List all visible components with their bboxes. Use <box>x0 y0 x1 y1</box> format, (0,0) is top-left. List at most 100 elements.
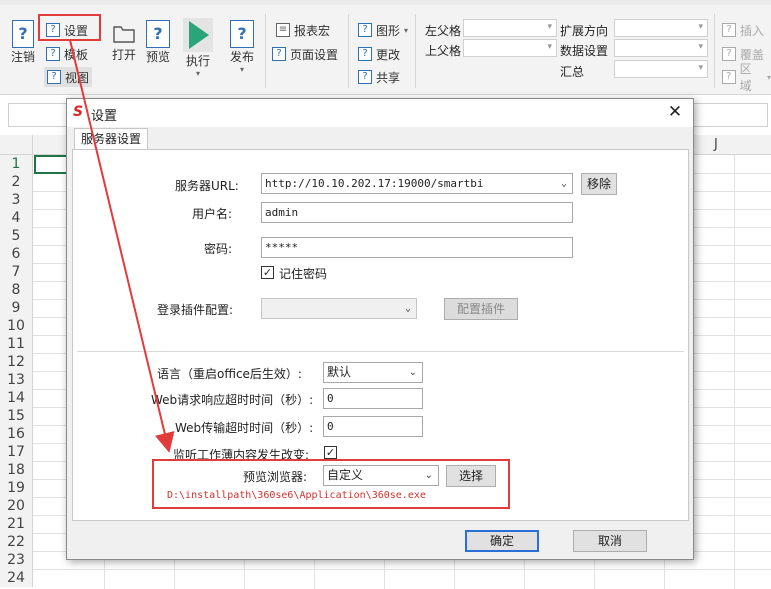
column-header-j[interactable]: J <box>714 137 718 152</box>
chevron-down-icon: ⌄ <box>408 367 417 378</box>
language-label: 语言（重启office后生效）: <box>157 367 302 381</box>
report-macro-label: 报表宏 <box>294 23 331 38</box>
row-header[interactable]: 15 <box>0 407 33 425</box>
remove-button[interactable]: 移除 <box>581 173 617 195</box>
password-field[interactable]: ***** <box>261 237 573 258</box>
chevron-down-icon: ▾ <box>547 22 552 32</box>
preview-browser-highlight-box <box>152 459 510 509</box>
ok-button[interactable]: 确定 <box>465 530 539 552</box>
row-header[interactable]: 8 <box>0 281 33 299</box>
row-header[interactable]: 18 <box>0 461 33 479</box>
row-header[interactable]: 6 <box>0 245 33 263</box>
left-parent-label: 左父格 <box>425 24 462 38</box>
view-icon: ? <box>47 70 61 84</box>
row-header[interactable]: 5 <box>0 227 33 245</box>
execute-button[interactable]: 执行 ▾ <box>182 18 214 78</box>
row-header[interactable]: 17 <box>0 443 33 461</box>
row-header[interactable]: 20 <box>0 497 33 515</box>
dialog-title-bar[interactable]: S 设置 ✕ <box>67 99 693 127</box>
publish-icon: ? <box>230 20 254 48</box>
language-value: 默认 <box>327 365 352 379</box>
help-icon: ? <box>12 20 34 48</box>
report-macro-button[interactable]: ≡ 报表宏 <box>276 20 330 40</box>
top-parent-label: 上父格 <box>425 44 462 58</box>
remember-password-checkbox[interactable]: ✓ <box>261 266 274 279</box>
ribbon-separator <box>348 14 349 88</box>
expand-direction-select[interactable]: ▾ <box>614 19 708 37</box>
page-setup-button[interactable]: ? 页面设置 <box>272 44 338 64</box>
insert-button[interactable]: ? 插入 <box>722 20 764 40</box>
view-button[interactable]: ? 视图 <box>44 67 93 87</box>
insert-label: 插入 <box>740 23 765 38</box>
open-button[interactable]: 打开 <box>110 20 138 63</box>
section-divider <box>77 351 684 352</box>
summary-select[interactable]: ▾ <box>614 60 708 78</box>
monitor-workbook-checkbox[interactable]: ✓ <box>324 446 337 459</box>
row-header[interactable]: 2 <box>0 173 33 191</box>
data-settings-select[interactable]: ▾ <box>614 39 708 57</box>
login-plugin-select[interactable]: ⌄ <box>261 298 417 319</box>
data-settings-label: 数据设置 <box>560 44 609 58</box>
password-label: 密码: <box>204 242 233 256</box>
row-header[interactable]: 22 <box>0 533 33 551</box>
template-button[interactable]: ? 模板 <box>46 44 88 64</box>
top-parent-select[interactable]: ▾ <box>463 39 557 57</box>
overwrite-icon: ? <box>722 47 736 61</box>
publish-button[interactable]: ? 发布 ▾ <box>226 20 258 74</box>
chevron-down-icon: ▾ <box>547 42 552 52</box>
shape-icon: ? <box>358 23 372 37</box>
web-transfer-timeout-label: Web传输超时时间（秒）: <box>175 421 314 435</box>
row-header[interactable]: 13 <box>0 371 33 389</box>
chevron-down-icon: ▾ <box>698 42 703 52</box>
ribbon-separator <box>265 14 266 88</box>
settings-highlight-box <box>38 14 101 41</box>
template-icon: ? <box>46 47 60 61</box>
shape-button[interactable]: ? 图形 ▾ <box>358 20 408 40</box>
row-header[interactable]: 4 <box>0 209 33 227</box>
chevron-down-icon: ▾ <box>195 69 200 78</box>
config-plugin-button[interactable]: 配置插件 <box>444 298 518 320</box>
tab-server-settings[interactable]: 服务器设置 <box>74 128 148 150</box>
server-url-combobox[interactable]: http://10.10.202.17:19000/smartbi ⌄ <box>261 173 573 194</box>
row-header[interactable]: 24 <box>0 569 33 587</box>
chevron-down-icon: ▾ <box>766 72 771 82</box>
row-header[interactable]: 16 <box>0 425 33 443</box>
smartbi-logo-icon: S <box>73 104 84 120</box>
row-header[interactable]: 3 <box>0 191 33 209</box>
view-label: 视图 <box>65 70 90 85</box>
username-field[interactable]: admin <box>261 202 573 223</box>
chevron-down-icon: ▾ <box>404 25 409 35</box>
select-all-corner[interactable] <box>0 135 33 155</box>
logout-button[interactable]: ? 注销 <box>8 20 38 65</box>
left-parent-select[interactable]: ▾ <box>463 19 557 37</box>
share-button[interactable]: ? 共享 <box>358 67 400 87</box>
web-response-timeout-field[interactable]: 0 <box>323 388 423 409</box>
row-header[interactable]: 10 <box>0 317 33 335</box>
preview-label: 预览 <box>145 50 170 64</box>
web-transfer-timeout-field[interactable]: 0 <box>323 416 423 437</box>
expand-direction-label: 扩展方向 <box>560 24 609 38</box>
change-button[interactable]: ? 更改 <box>358 44 400 64</box>
row-header[interactable]: 19 <box>0 479 33 497</box>
region-button[interactable]: ? 区域 ▾ <box>722 62 771 93</box>
row-header[interactable]: 7 <box>0 263 33 281</box>
row-header[interactable]: 14 <box>0 389 33 407</box>
row-header[interactable]: 11 <box>0 335 33 353</box>
row-header[interactable]: 21 <box>0 515 33 533</box>
ribbon-separator <box>415 14 416 88</box>
macro-icon: ≡ <box>276 23 290 37</box>
row-header[interactable]: 1 <box>0 155 33 173</box>
folder-icon <box>113 26 135 43</box>
open-label: 打开 <box>111 48 136 62</box>
chevron-down-icon: ▾ <box>239 65 244 74</box>
shape-label: 图形 <box>376 23 401 38</box>
preview-button[interactable]: ? 预览 <box>144 20 172 65</box>
language-select[interactable]: 默认 ⌄ <box>323 362 423 383</box>
chevron-down-icon: ⌄ <box>404 303 411 314</box>
cancel-button[interactable]: 取消 <box>573 530 647 552</box>
row-header[interactable]: 12 <box>0 353 33 371</box>
close-icon[interactable]: ✕ <box>665 102 685 122</box>
web-response-timeout-label: Web请求响应超时时间（秒）: <box>151 393 314 407</box>
row-header[interactable]: 23 <box>0 551 33 569</box>
row-header[interactable]: 9 <box>0 299 33 317</box>
